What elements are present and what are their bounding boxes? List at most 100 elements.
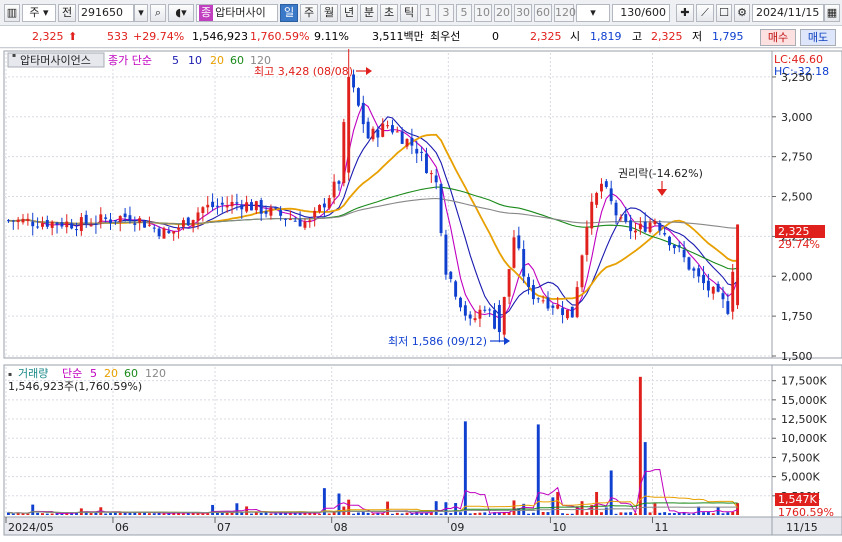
calendar-icon[interactable]: ▦ <box>824 4 840 22</box>
volume-bar <box>26 513 30 515</box>
volume-value-label: 1,546,923주(1,760.59%) <box>8 380 142 393</box>
candle-body <box>478 309 482 319</box>
period-minute[interactable]: 분 <box>360 4 378 22</box>
date-field[interactable]: 2024/11/15 <box>752 4 824 22</box>
sound-icon[interactable]: ◖▾ <box>168 4 194 22</box>
candle-body <box>220 202 224 205</box>
data-count-field[interactable]: 130/600 <box>612 4 670 22</box>
volume-bar <box>463 421 467 515</box>
candle-body <box>75 229 78 231</box>
interval-20[interactable]: 20 <box>494 4 512 22</box>
volume-bar <box>731 511 735 515</box>
volume-bar <box>386 501 390 515</box>
sell-button[interactable]: 매도 <box>800 29 836 46</box>
interval-5[interactable]: 5 <box>456 4 472 22</box>
period-day[interactable]: 일 <box>280 4 298 22</box>
candle-body <box>595 193 599 205</box>
candle-body <box>347 76 351 173</box>
candle-body <box>682 249 686 258</box>
chart-menu-icon[interactable]: ▥ <box>4 4 20 22</box>
volume-value: 1,546,923 <box>192 30 248 43</box>
volume-bar <box>104 513 108 515</box>
search-icon[interactable]: ⌕ <box>150 4 166 22</box>
volume-bar <box>658 512 662 515</box>
candle-body <box>99 214 103 223</box>
volume-bar <box>381 513 385 515</box>
volume-bar <box>663 512 667 515</box>
interval-1[interactable]: 1 <box>420 4 436 22</box>
volume-bar <box>483 512 487 515</box>
price-tick-label: 1,750 <box>781 310 813 323</box>
volume-ma-60: 60 <box>124 367 138 380</box>
candle-body <box>672 245 676 249</box>
candle-body <box>84 214 88 224</box>
draw-line-icon[interactable]: ⟋ <box>696 4 714 22</box>
candle-body <box>313 210 317 218</box>
candle-body <box>143 221 146 228</box>
candle-body <box>337 181 341 184</box>
volume-bar <box>356 512 360 515</box>
chevron-down-icon[interactable]: ▾ <box>134 4 148 22</box>
candle-body <box>706 280 710 291</box>
candle-body <box>89 225 93 227</box>
chart-area[interactable]: ▪ 압타머사이언스 종가 단순 5 10 20 60 120 LC:46.60 … <box>0 48 842 542</box>
market-button[interactable]: 전 <box>58 4 76 22</box>
candle-body <box>332 181 336 198</box>
period-month[interactable]: 월 <box>320 4 338 22</box>
stock-code-input[interactable]: 291650 <box>78 4 134 22</box>
indicator-add-icon[interactable]: ✚ <box>676 4 694 22</box>
candle-body <box>502 296 506 335</box>
checkbox-icon[interactable]: ☐ <box>716 4 732 22</box>
volume-bar <box>371 513 375 515</box>
interval-3[interactable]: 3 <box>438 4 454 22</box>
x-tick-label: 2024/05 <box>8 521 54 534</box>
up-arrow-icon: ⬆ <box>68 30 78 43</box>
candle-body <box>342 122 346 184</box>
interval-120[interactable]: 120 <box>554 4 576 22</box>
candle-body <box>26 218 30 222</box>
candle-body <box>697 268 701 277</box>
price-panel-stock-name: 압타머사이언스 <box>20 54 91 67</box>
period-year[interactable]: 년 <box>340 4 358 22</box>
period-second[interactable]: 초 <box>380 4 398 22</box>
stock-chart-svg[interactable]: ▪ 압타머사이언스 종가 단순 5 10 20 60 120 LC:46.60 … <box>0 48 842 542</box>
candle-body <box>327 198 331 209</box>
volume-bar <box>449 513 453 515</box>
volume-bar <box>250 513 253 515</box>
candle-body <box>444 234 448 275</box>
period-tick[interactable]: 틱 <box>400 4 418 22</box>
candle-body <box>512 237 516 268</box>
volume-bar <box>11 513 15 515</box>
volume-bar <box>643 442 647 515</box>
candle-body <box>308 220 312 222</box>
price-ma-20: 20 <box>210 54 224 67</box>
period-week[interactable]: 주 <box>300 4 318 22</box>
candle-body <box>629 220 633 232</box>
candle-body <box>634 230 637 233</box>
candle-body <box>668 236 671 246</box>
trade-amount: 3,511백만 <box>372 30 424 43</box>
buy-button[interactable]: 매수 <box>760 29 796 46</box>
interval-30[interactable]: 30 <box>514 4 532 22</box>
type-select[interactable]: 주 ▾ <box>22 4 56 22</box>
volume-ma-title: 단순 <box>62 367 82 380</box>
price-ma-60: 60 <box>230 54 244 67</box>
candle-body <box>172 231 176 234</box>
candle-body <box>405 138 409 147</box>
pref-label: 최우선 <box>430 30 461 43</box>
interval-custom-select[interactable]: ▾ <box>576 4 610 22</box>
low-label: 저 <box>692 30 703 43</box>
stock-name-field[interactable]: 종 압타머사이 <box>196 4 278 22</box>
candle-body <box>546 297 550 309</box>
volume-bar <box>585 512 589 515</box>
candle-body <box>104 217 108 219</box>
gear-icon[interactable]: ⚙ <box>734 4 750 22</box>
interval-10[interactable]: 10 <box>474 4 492 22</box>
candle-body <box>454 281 458 297</box>
volume-bar <box>361 512 365 515</box>
volume-bar <box>711 513 715 515</box>
interval-60[interactable]: 60 <box>534 4 552 22</box>
candle-body <box>381 123 385 137</box>
volume-bar <box>274 513 278 515</box>
candle-body <box>230 201 234 207</box>
